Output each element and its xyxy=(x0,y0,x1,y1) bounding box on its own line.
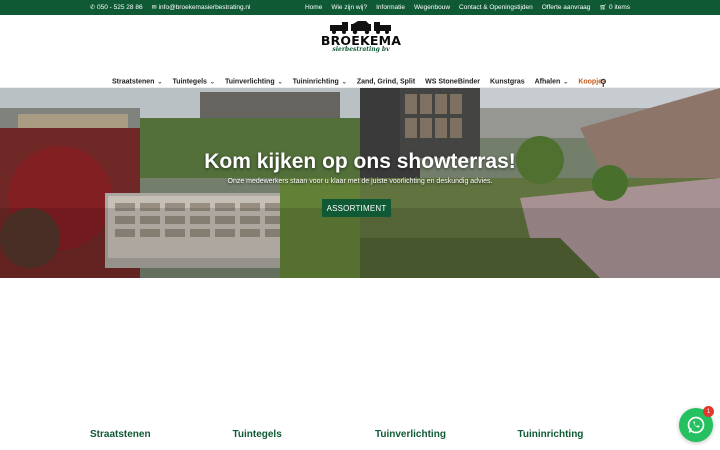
nav-item-zand-grind-split[interactable]: Zand, Grind, Split xyxy=(357,79,415,86)
main-nav: Straatstenen ⌄ Tuintegels ⌄ Tuinverlichtin… xyxy=(112,78,616,89)
cart-link[interactable]: 🛒︎ 0 items xyxy=(599,4,630,11)
chevron-down-icon: ⌄ xyxy=(277,79,283,86)
cart-count: 0 items xyxy=(609,4,630,11)
nav-item-straatstenen[interactable]: Straatstenen ⌄ xyxy=(112,79,162,86)
whatsapp-badge: 1 xyxy=(703,406,714,417)
email-text: info@broekemasierbestrating.nl xyxy=(158,4,251,11)
category-straatstenen[interactable]: Straatstenen xyxy=(90,429,233,440)
nav-label: Tuintegels xyxy=(172,78,207,86)
chevron-down-icon: ⌄ xyxy=(563,79,569,86)
nav-item-kunstgras[interactable]: Kunstgras xyxy=(490,79,525,86)
category-tuininrichting[interactable]: Tuininrichting xyxy=(518,429,661,440)
search-icon[interactable]: ⚲ xyxy=(600,78,607,89)
nav-label: Zand, Grind, Split xyxy=(356,78,416,86)
nav-label: Kunstgras xyxy=(490,78,525,86)
hero-banner: Kom kijken op ons showterras! Onze medew… xyxy=(0,88,720,278)
mail-icon: ✉ xyxy=(151,5,157,11)
top-link-contact[interactable]: Contact & Openingstijden xyxy=(459,4,533,11)
whatsapp-icon xyxy=(687,416,705,434)
top-link-roadworks[interactable]: Wegenbouw xyxy=(414,4,450,11)
nav-item-tuinverlichting[interactable]: Tuinverlichting ⌄ xyxy=(225,79,283,86)
nav-label: WS StoneBinder xyxy=(425,78,480,86)
top-link-home[interactable]: Home xyxy=(305,4,322,11)
logo-name: BROEKEMA xyxy=(320,33,402,48)
cart-icon: 🛒︎ xyxy=(599,5,608,11)
top-link-info[interactable]: Informatie xyxy=(376,4,405,11)
email-link[interactable]: ✉ info@broekemasierbestrating.nl xyxy=(152,4,251,11)
chevron-down-icon: ⌄ xyxy=(341,79,347,86)
nav-item-afhalen[interactable]: Afhalen ⌄ xyxy=(535,79,569,86)
nav-label: Afhalen xyxy=(534,78,561,86)
chevron-down-icon: ⌄ xyxy=(157,79,163,86)
chevron-down-icon: ⌄ xyxy=(209,79,215,86)
logo-subtitle: sierbestrating bv xyxy=(332,46,390,53)
phone-icon: ✆ xyxy=(90,5,96,11)
contact-info: ✆ 050 - 525 28 86 ✉ info@broekemasierbestr… xyxy=(90,4,250,11)
hero-title: Kom kijken op ons showterras! xyxy=(204,150,516,173)
top-bar: ✆ 050 - 525 28 86 ✉ info@broekemasierbestr… xyxy=(0,0,720,15)
category-headings: Straatstenen Tuintegels Tuinverlichting … xyxy=(90,429,660,440)
nav-item-ws-stonebinder[interactable]: WS StoneBinder xyxy=(425,79,480,86)
category-tuinverlichting[interactable]: Tuinverlichting xyxy=(375,429,518,440)
nav-item-tuintegels[interactable]: Tuintegels ⌄ xyxy=(172,79,215,86)
site-header: BROEKEMA sierbestrating bv Straatstenen ⌄… xyxy=(0,15,720,88)
nav-item-tuininrichting[interactable]: Tuininrichting ⌄ xyxy=(293,79,347,86)
phone-text: 050 - 525 28 86 xyxy=(97,4,143,11)
top-link-quote[interactable]: Offerte aanvraag xyxy=(542,4,591,11)
nav-label: Tuinverlichting xyxy=(224,78,275,86)
top-links: Home Wie zijn wij? Informatie Wegenbouw … xyxy=(305,4,630,11)
top-link-about[interactable]: Wie zijn wij? xyxy=(331,4,367,11)
nav-label: Tuininrichting xyxy=(292,78,339,86)
hero-subtitle: Onze medewerkers staan voor u klaar met … xyxy=(227,178,493,185)
category-tuintegels[interactable]: Tuintegels xyxy=(233,429,376,440)
assortiment-button[interactable]: ASSORTIMENT xyxy=(322,199,391,217)
nav-label: Straatstenen xyxy=(112,78,155,86)
logo[interactable]: BROEKEMA sierbestrating bv xyxy=(321,21,401,55)
phone-link[interactable]: ✆ 050 - 525 28 86 xyxy=(90,4,143,11)
